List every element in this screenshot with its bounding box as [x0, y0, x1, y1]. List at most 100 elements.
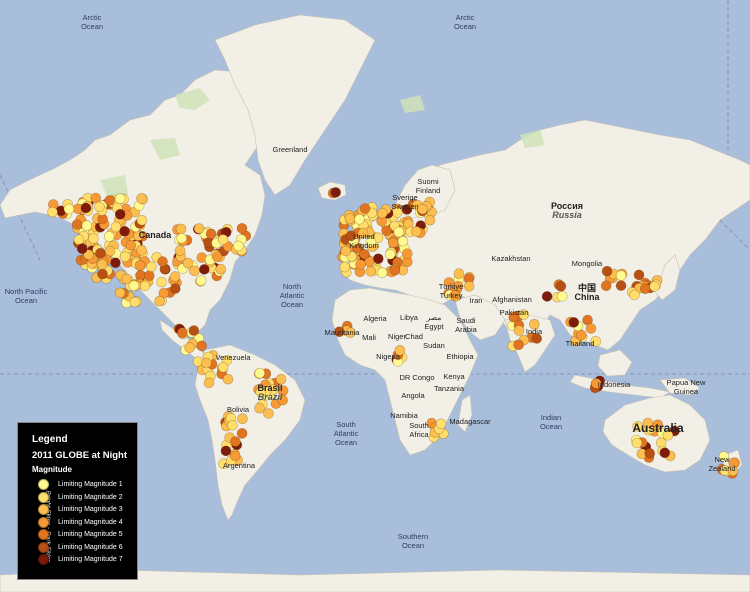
- observation-dot[interactable]: [114, 209, 126, 220]
- observation-dot[interactable]: [236, 428, 248, 439]
- observation-dot[interactable]: [205, 228, 217, 240]
- observation-dot[interactable]: [233, 240, 244, 252]
- observation-dot[interactable]: [188, 325, 200, 336]
- observation-dot[interactable]: [633, 269, 645, 281]
- observation-dot[interactable]: [639, 283, 651, 295]
- observation-dot[interactable]: [195, 275, 207, 286]
- observation-dot[interactable]: [177, 327, 188, 338]
- observation-dot[interactable]: [157, 256, 168, 267]
- observation-dot[interactable]: [119, 251, 131, 263]
- observation-dot[interactable]: [144, 270, 155, 282]
- observation-dot[interactable]: [63, 203, 75, 215]
- observation-dot[interactable]: [401, 248, 413, 259]
- observation-dot[interactable]: [513, 325, 525, 336]
- observation-dot[interactable]: [199, 264, 210, 275]
- observation-dot[interactable]: [169, 271, 181, 282]
- observation-dot[interactable]: [377, 207, 388, 219]
- observation-dot[interactable]: [389, 264, 401, 276]
- observation-dot[interactable]: [201, 357, 212, 369]
- observation-dot[interactable]: [365, 266, 377, 277]
- observation-dot[interactable]: [121, 273, 133, 285]
- observation-dot[interactable]: [344, 213, 356, 224]
- observation-dot[interactable]: [376, 267, 388, 279]
- observation-dot[interactable]: [136, 245, 147, 256]
- observation-dot[interactable]: [94, 201, 105, 213]
- observation-dot[interactable]: [254, 402, 265, 414]
- observation-dot[interactable]: [146, 261, 157, 273]
- observation-dot[interactable]: [631, 437, 643, 449]
- observation-dot[interactable]: [176, 233, 187, 244]
- observation-dot[interactable]: [97, 259, 108, 270]
- observation-dot[interactable]: [227, 419, 238, 431]
- observation-dot[interactable]: [81, 220, 92, 231]
- observation-dot[interactable]: [615, 270, 627, 281]
- observation-dot[interactable]: [254, 367, 266, 379]
- observation-dot[interactable]: [556, 290, 568, 302]
- observation-dot[interactable]: [453, 268, 465, 280]
- observation-dot[interactable]: [174, 245, 186, 256]
- observation-dot[interactable]: [182, 257, 194, 269]
- observation-dot[interactable]: [381, 225, 392, 237]
- observation-dot[interactable]: [359, 248, 370, 260]
- observation-dot[interactable]: [110, 257, 121, 269]
- world-map[interactable]: Arctic Ocean Arctic Ocean Greenland Cana…: [0, 0, 750, 592]
- observation-dot[interactable]: [154, 295, 165, 307]
- observation-dot[interactable]: [184, 342, 195, 353]
- observation-dot[interactable]: [95, 248, 106, 259]
- observation-dot[interactable]: [73, 234, 85, 245]
- observation-dot[interactable]: [397, 235, 409, 247]
- observation-dot[interactable]: [129, 296, 141, 308]
- observation-dot[interactable]: [217, 234, 229, 245]
- observation-dot[interactable]: [156, 276, 167, 288]
- observation-dot[interactable]: [354, 214, 365, 225]
- observation-dot[interactable]: [629, 289, 640, 301]
- observation-dot[interactable]: [424, 214, 436, 226]
- observation-dot[interactable]: [139, 280, 151, 292]
- observation-dot[interactable]: [136, 193, 147, 204]
- observation-dot[interactable]: [644, 448, 656, 459]
- observation-dot[interactable]: [114, 287, 126, 299]
- observation-dot[interactable]: [103, 231, 115, 242]
- observation-dot[interactable]: [76, 243, 88, 254]
- observation-dot[interactable]: [355, 259, 366, 270]
- observation-dot[interactable]: [417, 203, 428, 215]
- observation-dot[interactable]: [237, 413, 248, 425]
- observation-dot[interactable]: [384, 249, 396, 260]
- observation-dot[interactable]: [222, 373, 234, 385]
- observation-dot[interactable]: [170, 283, 181, 294]
- observation-dot[interactable]: [330, 187, 342, 198]
- observation-dot[interactable]: [236, 223, 248, 234]
- observation-dot[interactable]: [229, 450, 241, 462]
- observation-dot[interactable]: [263, 408, 274, 419]
- observation-dot[interactable]: [372, 253, 384, 265]
- observation-dot[interactable]: [47, 206, 58, 218]
- observation-dot[interactable]: [615, 280, 627, 291]
- observation-dot[interactable]: [435, 418, 447, 430]
- observation-dot[interactable]: [104, 195, 115, 206]
- observation-dot[interactable]: [463, 280, 475, 292]
- observation-dot[interactable]: [196, 340, 207, 352]
- observation-dot[interactable]: [71, 219, 83, 230]
- observation-dot[interactable]: [125, 239, 137, 251]
- observation-dot[interactable]: [203, 377, 215, 389]
- observation-dot[interactable]: [513, 339, 524, 351]
- observation-dot[interactable]: [88, 233, 99, 244]
- observation-dot[interactable]: [104, 245, 116, 257]
- observation-dot[interactable]: [230, 436, 241, 447]
- observation-dot[interactable]: [555, 280, 567, 292]
- observation-dot[interactable]: [339, 261, 351, 273]
- observation-dot[interactable]: [80, 202, 92, 214]
- observation-dot[interactable]: [541, 291, 553, 302]
- observation-dot[interactable]: [601, 265, 613, 277]
- observation-dot[interactable]: [217, 361, 229, 373]
- observation-dot[interactable]: [359, 203, 371, 214]
- observation-dot[interactable]: [119, 226, 130, 237]
- observation-dot[interactable]: [215, 263, 227, 275]
- observation-dot[interactable]: [411, 226, 422, 237]
- observation-dot[interactable]: [585, 323, 597, 334]
- observation-dot[interactable]: [393, 226, 405, 238]
- observation-dot[interactable]: [136, 214, 148, 226]
- observation-dot[interactable]: [649, 280, 660, 292]
- observation-dot[interactable]: [175, 223, 187, 235]
- observation-dot[interactable]: [659, 447, 671, 459]
